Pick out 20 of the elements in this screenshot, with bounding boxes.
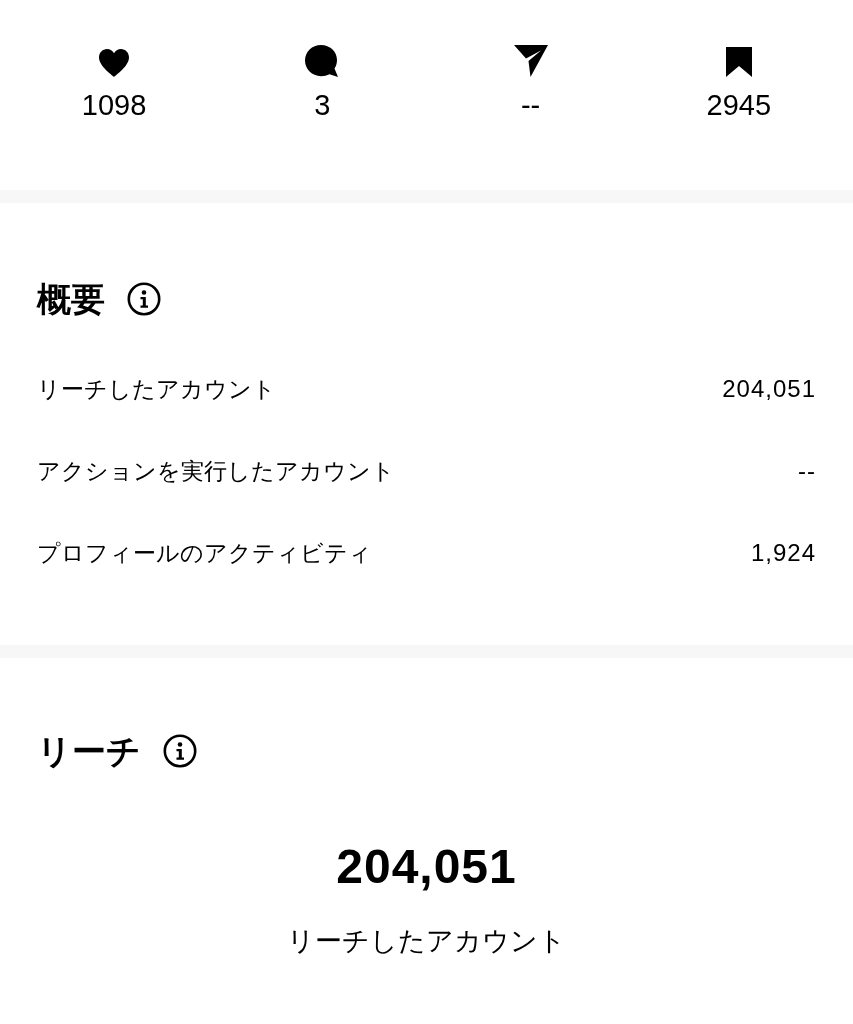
stat-count: --: [520, 88, 541, 122]
section-title: 概要: [37, 279, 105, 319]
reach-caption: リーチしたアカウント: [287, 925, 566, 957]
metric-value: --: [798, 456, 816, 486]
stat-count: 3: [314, 88, 331, 122]
section-title: リーチ: [37, 731, 141, 771]
stat-count: 2945: [706, 88, 772, 122]
metric-value: 204,051: [722, 374, 816, 404]
metric-label: アクションを実行したアカウント: [37, 457, 395, 486]
stat-count: 1098: [81, 88, 147, 122]
metric-label: リーチしたアカウント: [37, 375, 276, 404]
bookmark-icon: [724, 46, 753, 78]
speech-bubble-icon: [304, 44, 341, 78]
metric-value: 1,924: [750, 538, 816, 568]
metric-label: プロフィールのアクティビティ: [37, 539, 372, 568]
reach-total: 204,051: [336, 839, 517, 895]
paper-plane-icon: [512, 44, 549, 78]
info-icon[interactable]: [127, 282, 161, 316]
heart-icon: [97, 48, 132, 78]
info-icon[interactable]: [163, 734, 197, 768]
